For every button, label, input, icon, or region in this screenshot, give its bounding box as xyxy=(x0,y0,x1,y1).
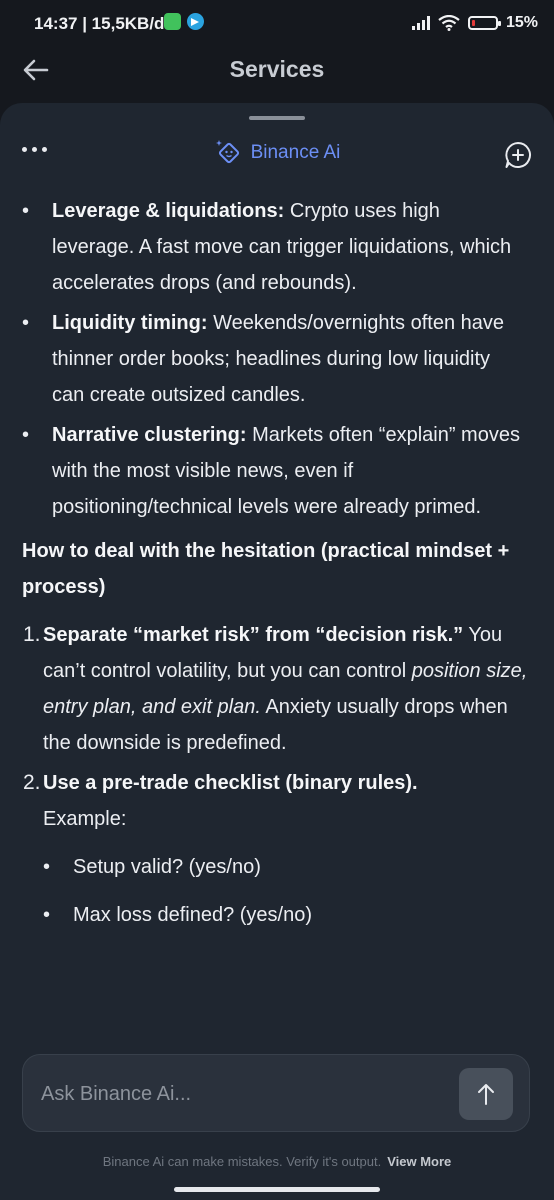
battery-icon xyxy=(467,16,501,30)
section-heading: How to deal with the hesitation (practic… xyxy=(22,540,510,598)
status-bar: 14:37 | 15,5KB/d 15% xyxy=(0,0,554,48)
view-more-link[interactable]: View More xyxy=(387,1154,451,1169)
telegram-icon xyxy=(187,13,204,30)
list-item: Setup valid? (yes/no) xyxy=(0,849,554,885)
assistant-name: Binance Ai xyxy=(250,142,341,163)
chat-sheet: Binance Ai Leverage & liquidations: Cryp… xyxy=(0,103,554,1200)
chat-input[interactable] xyxy=(39,1077,453,1111)
status-time: 14:37 | 15,5KB/d xyxy=(34,14,165,33)
arrow-up-icon xyxy=(478,1084,494,1105)
new-chat-icon[interactable] xyxy=(504,141,532,169)
list-item: Liquidity timing: Weekends/overnights of… xyxy=(0,305,554,413)
battery-percent: 15% xyxy=(505,14,538,31)
signal-icon xyxy=(411,16,430,30)
send-button[interactable] xyxy=(459,1068,513,1120)
app-header: Services xyxy=(0,48,554,96)
numbered-item: 1. Separate “market risk” from “decision … xyxy=(23,623,528,754)
whatsapp-icon xyxy=(164,13,181,30)
binance-ai-icon xyxy=(215,140,239,164)
wifi-icon xyxy=(438,15,460,31)
list-item: Max loss defined? (yes/no) xyxy=(0,897,554,933)
page-title: Services xyxy=(229,56,325,82)
list-item: Narrative clustering: Markets often “exp… xyxy=(0,417,554,525)
disclaimer: Binance Ai can make mistakes. Verify it'… xyxy=(102,1154,452,1169)
numbered-item: 2. Use a pre-trade checklist (binary rule… xyxy=(23,771,418,830)
assistant-brand: Binance Ai xyxy=(0,138,554,173)
assistant-message: Leverage & liquidations: Crypto uses hig… xyxy=(0,193,554,945)
chat-input-bar xyxy=(22,1054,530,1132)
list-item: Leverage & liquidations: Crypto uses hig… xyxy=(0,193,554,301)
drag-handle[interactable] xyxy=(249,116,305,120)
home-indicator[interactable] xyxy=(174,1187,380,1192)
